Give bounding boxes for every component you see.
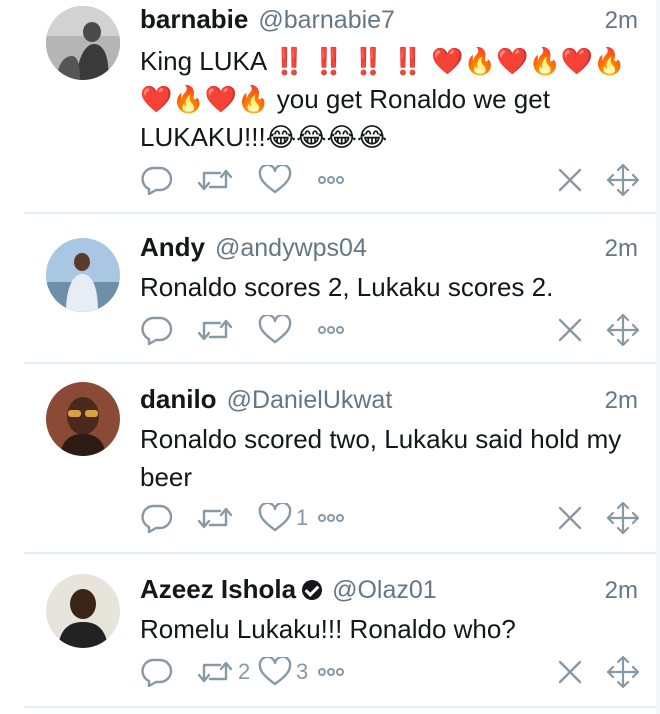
close-icon[interactable] xyxy=(556,504,584,532)
scrollbar[interactable] xyxy=(656,0,660,714)
tweet-andy[interactable]: Andy @andywps04 2m Ronaldo scores 2, Luk… xyxy=(24,214,660,364)
emoji-run: ‼️ ‼️ ‼️ ‼️ ❤️🔥❤️🔥❤️🔥 xyxy=(272,46,626,76)
move-arrows-icon[interactable] xyxy=(606,501,640,535)
avatar-andy[interactable] xyxy=(46,238,120,312)
user-handle[interactable]: @DanielUkwat xyxy=(227,386,393,415)
tweet-barnabie[interactable]: barnabie @barnabie7 2m King LUKA ‼️ ‼️ ‼… xyxy=(24,0,660,214)
tweet-text: Romelu Lukaku!!! Ronaldo who? xyxy=(140,614,516,644)
more-dots-icon xyxy=(318,514,344,522)
tweet-header: barnabie @barnabie7 2m xyxy=(140,4,638,38)
tweet-text-line: LUKAKU!!! xyxy=(140,122,266,152)
retweet-icon xyxy=(197,169,233,191)
reply-icon xyxy=(141,316,173,345)
retweet-button[interactable] xyxy=(196,503,258,533)
user-handle[interactable]: @barnabie7 xyxy=(258,6,395,35)
like-count: 3 xyxy=(296,659,309,684)
tweet-actions: 1 xyxy=(140,498,640,538)
avatar-danilo[interactable] xyxy=(46,382,120,456)
timestamp[interactable]: 2m xyxy=(605,387,638,415)
tweet-text: Ronaldo scores 2, Lukaku scores 2. xyxy=(140,272,554,302)
timestamp[interactable]: 2m xyxy=(605,7,638,35)
verified-badge-icon xyxy=(302,580,323,600)
emoji-run: 😂😂😂😂 xyxy=(265,122,388,152)
reply-button[interactable] xyxy=(140,315,196,345)
reply-button[interactable] xyxy=(140,503,196,533)
close-icon[interactable] xyxy=(556,658,584,686)
user-handle[interactable]: @andywps04 xyxy=(215,234,367,263)
reply-icon xyxy=(141,504,173,533)
tweet-header: Andy @andywps04 2m xyxy=(140,232,638,266)
reply-button[interactable] xyxy=(140,165,196,195)
display-name[interactable]: Andy xyxy=(140,232,205,263)
timestamp[interactable]: 2m xyxy=(605,235,638,263)
tweet-actions xyxy=(140,310,640,350)
avatar-barnabie[interactable] xyxy=(46,6,120,80)
display-name[interactable]: danilo xyxy=(140,384,217,415)
avatar-azeez-ishola[interactable] xyxy=(46,574,120,648)
close-icon[interactable] xyxy=(556,316,584,344)
tweet-header: Azeez Ishola @Olaz01 2m xyxy=(140,574,638,608)
tweet-control-group xyxy=(556,655,640,689)
display-name[interactable]: barnabie xyxy=(140,4,248,35)
tweet-text: King LUKA ‼️ ‼️ ‼️ ‼️ ❤️🔥❤️🔥❤️🔥 ❤️🔥❤️🔥 y… xyxy=(140,42,640,156)
timestamp[interactable]: 2m xyxy=(605,577,638,605)
tweet-text-line: King LUKA xyxy=(140,46,266,76)
tweet-actions: 2 3 xyxy=(140,652,640,692)
heart-icon xyxy=(258,165,292,194)
retweet-count: 2 xyxy=(238,659,251,684)
tweet-control-group xyxy=(556,313,640,347)
more-dots-icon xyxy=(318,176,344,184)
retweet-button[interactable]: 2 xyxy=(196,657,258,687)
reply-button[interactable] xyxy=(140,657,196,687)
retweet-icon xyxy=(197,661,233,683)
tweet-danilo[interactable]: danilo @DanielUkwat 2m Ronaldo scored tw… xyxy=(24,364,660,554)
more-dots-icon xyxy=(318,326,344,334)
tweet-header: danilo @DanielUkwat 2m xyxy=(140,384,638,418)
more-button[interactable] xyxy=(316,512,356,524)
tweet-control-group xyxy=(556,163,640,197)
move-arrows-icon[interactable] xyxy=(606,655,640,689)
more-dots-icon xyxy=(318,668,344,676)
tweet-actions xyxy=(140,160,640,200)
like-count: 1 xyxy=(296,505,309,530)
retweet-button[interactable] xyxy=(196,165,258,195)
retweet-button[interactable] xyxy=(196,315,258,345)
heart-icon xyxy=(258,503,292,532)
reply-icon xyxy=(141,166,173,195)
move-arrows-icon[interactable] xyxy=(606,163,640,197)
retweet-icon xyxy=(197,507,233,529)
tweet-feed: barnabie @barnabie7 2m King LUKA ‼️ ‼️ ‼… xyxy=(0,0,660,714)
more-button[interactable] xyxy=(316,666,356,678)
more-button[interactable] xyxy=(316,324,356,336)
heart-icon xyxy=(258,315,292,344)
like-button[interactable] xyxy=(258,315,316,345)
like-button[interactable]: 1 xyxy=(258,503,316,533)
emoji-run: ❤️🔥❤️🔥 xyxy=(140,84,270,114)
display-name[interactable]: Azeez Ishola xyxy=(140,574,296,605)
tweet-control-group xyxy=(556,501,640,535)
heart-icon xyxy=(258,657,292,686)
move-arrows-icon[interactable] xyxy=(606,313,640,347)
like-button[interactable] xyxy=(258,165,316,195)
reply-icon xyxy=(141,658,173,687)
close-icon[interactable] xyxy=(556,166,584,194)
user-handle[interactable]: @Olaz01 xyxy=(332,576,437,605)
like-button[interactable]: 3 xyxy=(258,657,316,687)
tweet-azeez-ishola[interactable]: Azeez Ishola @Olaz01 2m Romelu Lukaku!!!… xyxy=(24,554,660,708)
tweet-text-line: you get Ronaldo we get xyxy=(276,84,550,114)
retweet-icon xyxy=(197,319,233,341)
more-button[interactable] xyxy=(316,174,356,186)
tweet-text: Ronaldo scored two, Lukaku said hold my … xyxy=(140,424,622,492)
